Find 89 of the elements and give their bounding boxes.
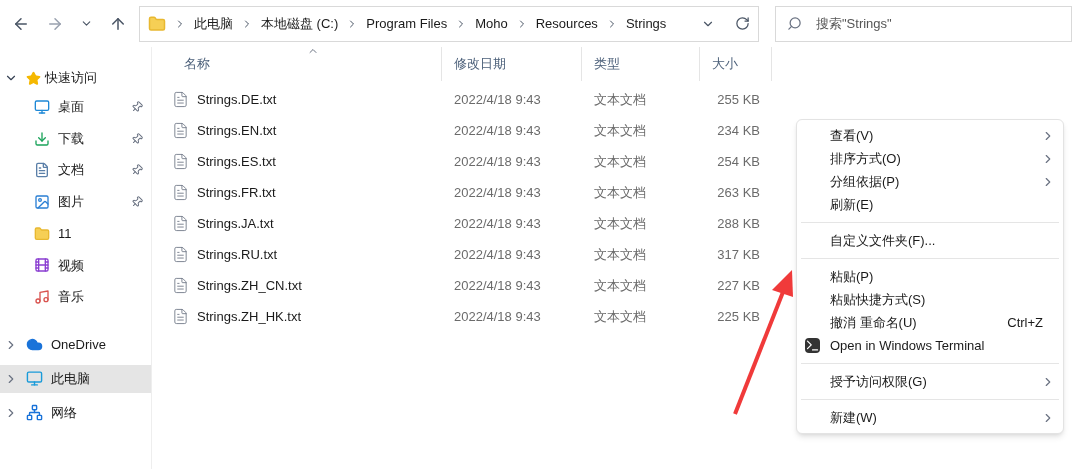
file-name[interactable]: Strings.EN.txt [172,120,442,141]
menu-item[interactable]: 新建(W) [797,406,1063,429]
network-icon [26,404,43,422]
sidebar-item[interactable]: 音乐 [34,287,143,307]
sidebar-item[interactable]: 视频 [34,255,143,276]
file-name[interactable]: Strings.DE.txt [172,89,442,110]
file-name[interactable]: Strings.JA.txt [172,213,442,234]
text-file-icon [172,308,189,325]
menu-item[interactable]: 排序方式(O) [797,147,1063,170]
breadcrumb[interactable]: Resources [535,13,598,34]
folder-icon [148,14,166,33]
text-file-icon [172,153,189,170]
table-cell-text: 254 KB [716,152,761,171]
terminal-icon [805,338,820,353]
sidebar-item[interactable]: 桌面 [34,97,131,117]
sidebar-item[interactable]: 网络 [0,398,151,427]
sidebar-item[interactable]: 11 [34,223,143,244]
refresh-icon[interactable] [735,16,750,31]
table-cell-text: 2022/4/18 9:43 [453,183,542,202]
table-cell-text: 2022/4/18 9:43 [453,90,542,109]
text-file-icon [172,91,189,108]
table-cell-text: 225 KB [716,307,761,326]
file-name[interactable]: Strings.ZH_HK.txt [172,306,442,327]
menu-item[interactable]: 分组依据(P) [797,170,1063,193]
text-file-icon [172,277,189,294]
column-header[interactable]: 修改日期 [442,47,582,81]
table-cell-text: 文本文档 [593,121,647,140]
menu-item[interactable]: 刷新(E) [797,193,1063,216]
sidebar-item[interactable]: 文档 [34,160,131,180]
breadcrumb[interactable]: Program Files [366,13,448,34]
image-icon [34,193,50,210]
table-cell-text: 317 KB [716,245,761,264]
table-cell-text: 文本文档 [593,90,647,109]
menu-item[interactable]: 粘贴快捷方式(S) [797,288,1063,311]
document-icon [34,162,50,179]
search-icon [787,15,802,31]
menu-item[interactable]: 撤消 重命名(U) Ctrl+Z [797,311,1063,334]
menu-item[interactable]: 自定义文件夹(F)... [797,229,1063,252]
sidebar-item[interactable]: OneDrive [0,330,151,359]
table-cell-text: 2022/4/18 9:43 [453,214,542,233]
search-field[interactable]: 搜索"Strings" [775,5,1072,42]
breadcrumb[interactable]: Moho [475,13,508,34]
computer-icon [26,370,43,388]
file-name[interactable]: Strings.ZH_CN.txt [172,275,442,296]
table-cell-text: 2022/4/18 9:43 [453,307,542,326]
star-icon [26,70,41,86]
text-file-icon [172,122,189,139]
address-bar[interactable]: 此电脑 本地磁盘 (C:) Program Files Moho Resources Strings [139,5,759,42]
sidebar-item[interactable]: 快速访问 [26,68,97,88]
table-cell-text: 文本文档 [593,245,647,264]
table-cell-text: 2022/4/18 9:43 [453,152,542,171]
text-file-icon [172,246,189,263]
menu-item[interactable]: Open in Windows Terminal [797,334,1063,357]
table-cell-text: 文本文档 [593,183,647,202]
menu-item[interactable]: 粘贴(P) [797,265,1063,288]
column-header[interactable]: 大小 [700,47,772,81]
table-cell-text: 2022/4/18 9:43 [453,245,542,264]
shortcut-text: Ctrl+Z [1007,313,1043,332]
table-cell-text: 文本文档 [593,214,647,233]
breadcrumb[interactable]: Strings [625,13,667,34]
file-name[interactable]: Strings.FR.txt [172,182,442,203]
folder-icon [34,225,50,242]
table-cell-text: 227 KB [716,276,761,295]
table-cell-text: 234 KB [716,121,761,140]
film-icon [34,257,50,274]
menu-item[interactable]: 授予访问权限(G) [797,370,1063,393]
music-icon [34,288,50,305]
table-cell-text: 文本文档 [593,307,647,326]
column-header[interactable]: 名称 [172,47,442,81]
table-cell-text: 文本文档 [593,276,647,295]
table-cell-text: 255 KB [716,90,761,109]
sidebar-item[interactable]: 图片 [34,192,131,212]
breadcrumb[interactable]: 此电脑 [194,13,233,34]
table-cell-text: 288 KB [716,214,761,233]
text-file-icon [172,184,189,201]
table-cell-text: 263 KB [716,183,761,202]
file-name[interactable]: Strings.RU.txt [172,244,442,265]
file-name[interactable]: Strings.ES.txt [172,151,442,172]
menu-item[interactable]: 查看(V) [797,124,1063,147]
table-cell-text: 文本文档 [593,152,647,171]
column-header[interactable]: 类型 [582,47,700,81]
sidebar-item[interactable]: 此电脑 [0,364,151,393]
text-file-icon [172,215,189,232]
download-icon [34,130,50,147]
table-cell-text: 2022/4/18 9:43 [453,121,542,140]
sidebar-item[interactable]: 下载 [34,128,131,149]
desktop-icon [34,98,50,115]
breadcrumb[interactable]: 本地磁盘 (C:) [261,13,339,34]
table-cell-text: 2022/4/18 9:43 [453,276,542,295]
